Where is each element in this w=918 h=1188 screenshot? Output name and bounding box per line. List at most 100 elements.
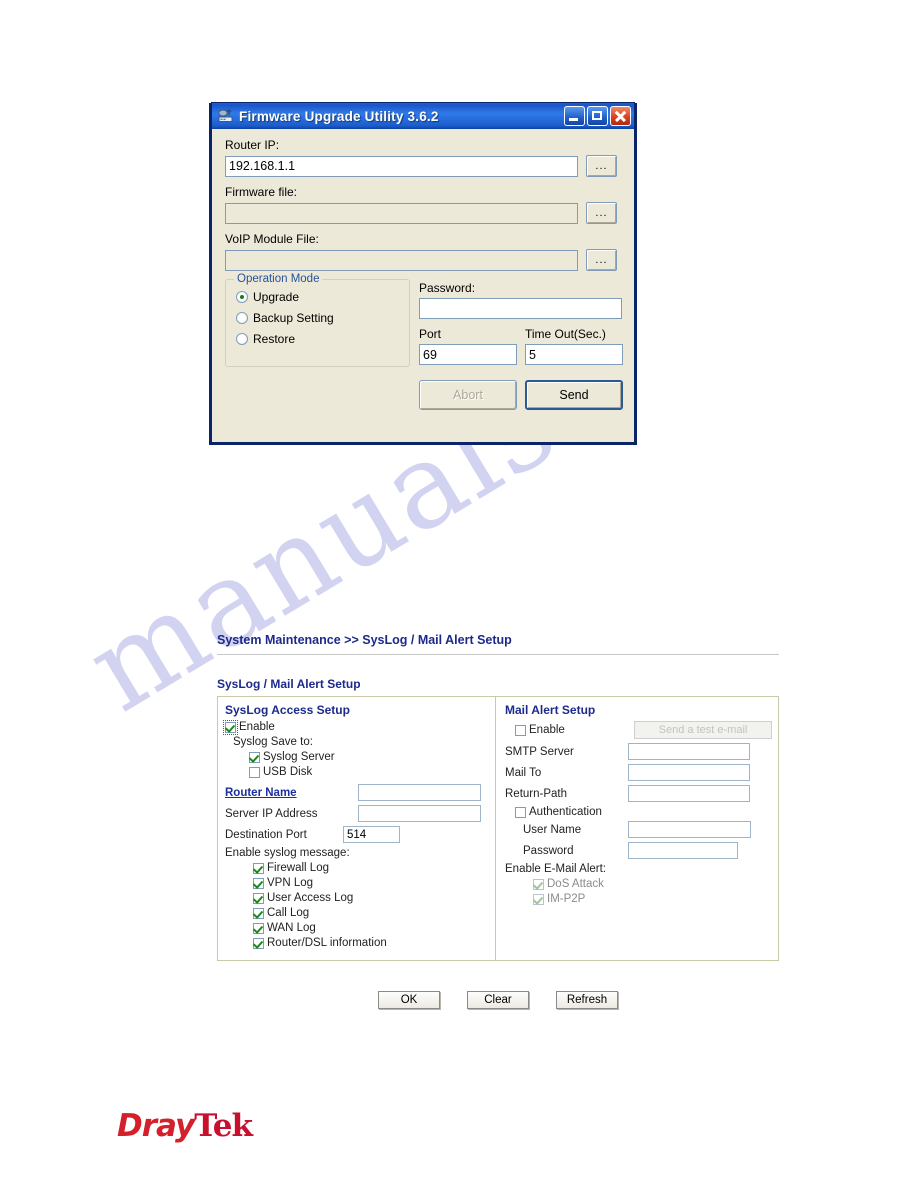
- firmware-file-row: ...: [225, 202, 623, 224]
- ok-button[interactable]: OK: [378, 991, 440, 1009]
- authentication-checkbox[interactable]: [515, 806, 526, 818]
- syslog-server-row[interactable]: Syslog Server: [249, 751, 489, 763]
- send-test-email-button[interactable]: Send a test e-mail: [634, 721, 772, 739]
- voip-module-file-browse-button[interactable]: ...: [586, 249, 617, 271]
- mail-password-input[interactable]: [628, 842, 738, 859]
- server-ip-input[interactable]: [358, 805, 481, 822]
- close-icon[interactable]: [610, 106, 631, 126]
- abort-button[interactable]: Abort: [419, 380, 517, 410]
- firmware-upgrade-dialog: Firmware Upgrade Utility 3.6.2 Router IP…: [209, 102, 637, 445]
- smtp-server-label: SMTP Server: [505, 745, 574, 758]
- radio-upgrade-icon: [236, 291, 248, 303]
- call-log-checkbox[interactable]: [253, 907, 264, 919]
- router-name-row: Router Name: [225, 784, 489, 801]
- breadcrumb: System Maintenance >> SysLog / Mail Aler…: [217, 633, 779, 654]
- operation-mode-title: Operation Mode: [234, 273, 323, 285]
- maximize-icon[interactable]: [587, 106, 608, 126]
- syslog-enable-checkbox[interactable]: [223, 719, 238, 735]
- window-controls: [564, 106, 631, 126]
- refresh-button[interactable]: Refresh: [556, 991, 618, 1009]
- dos-attack-checkbox[interactable]: [533, 878, 544, 890]
- user-access-log-row[interactable]: User Access Log: [253, 892, 489, 904]
- router-dsl-information-row[interactable]: Router/DSL information: [253, 937, 489, 949]
- router-ip-browse-button[interactable]: ...: [586, 155, 617, 177]
- im-p2p-checkbox[interactable]: [533, 893, 544, 905]
- im-p2p-row[interactable]: IM-P2P: [533, 893, 772, 905]
- vpn-log-label: VPN Log: [267, 877, 314, 889]
- mail-to-label: Mail To: [505, 766, 542, 779]
- voip-module-file-input[interactable]: [225, 249, 578, 271]
- usb-disk-row[interactable]: USB Disk: [249, 766, 489, 778]
- smtp-server-input[interactable]: [628, 743, 750, 760]
- router-dsl-information-checkbox[interactable]: [253, 937, 264, 949]
- router-upgrade-icon: [217, 108, 234, 124]
- clear-button[interactable]: Clear: [467, 991, 529, 1009]
- firewall-log-checkbox[interactable]: [253, 862, 264, 874]
- voip-module-file-row: ...: [225, 249, 623, 271]
- send-button[interactable]: Send: [525, 380, 623, 410]
- mail-to-input[interactable]: [628, 764, 750, 781]
- user-access-log-checkbox[interactable]: [253, 892, 264, 904]
- destination-port-input[interactable]: 514: [343, 826, 400, 843]
- wan-log-checkbox[interactable]: [253, 922, 264, 934]
- router-ip-input[interactable]: 192.168.1.1: [225, 155, 578, 177]
- mail-to-row: Mail To: [505, 764, 772, 781]
- logo-tek: Tek: [194, 1108, 253, 1144]
- password-label: Password:: [419, 281, 476, 295]
- radio-restore[interactable]: Restore: [236, 332, 401, 346]
- dialog-body: Router IP: 192.168.1.1 ... Firmware file…: [212, 129, 634, 410]
- firewall-log-row[interactable]: Firewall Log: [253, 862, 489, 874]
- enable-syslog-message-label: Enable syslog message:: [225, 847, 350, 859]
- radio-restore-label: Restore: [253, 332, 296, 346]
- mail-password-row: Password: [505, 842, 772, 859]
- breadcrumb-root[interactable]: System Maintenance: [217, 633, 341, 647]
- user-name-label: User Name: [523, 823, 582, 836]
- wan-log-row[interactable]: WAN Log: [253, 922, 489, 934]
- page-title: SysLog / Mail Alert Setup: [217, 677, 361, 691]
- destination-port-row: Destination Port 514: [225, 826, 489, 843]
- firmware-file-browse-button[interactable]: ...: [586, 202, 617, 224]
- router-dsl-information-label: Router/DSL information: [267, 937, 387, 949]
- timeout-input[interactable]: 5: [525, 344, 623, 365]
- router-name-input[interactable]: [358, 784, 481, 801]
- call-log-row[interactable]: Call Log: [253, 907, 489, 919]
- syslog-enable-label: Enable: [239, 721, 275, 733]
- mail-enable-checkbox[interactable]: [515, 724, 526, 736]
- usb-disk-checkbox[interactable]: [249, 766, 260, 778]
- authentication-label: Authentication: [529, 806, 602, 818]
- firmware-file-label: Firmware file:: [225, 185, 298, 199]
- breadcrumb-leaf: SysLog / Mail Alert Setup: [362, 633, 512, 647]
- dos-attack-row[interactable]: DoS Attack: [533, 878, 772, 890]
- dialog-action-buttons: Abort Send: [419, 380, 623, 410]
- server-ip-row: Server IP Address: [225, 805, 489, 822]
- smtp-server-row: SMTP Server: [505, 743, 772, 760]
- timeout-label: Time Out(Sec.): [525, 327, 606, 341]
- dialog-right-column: Password: Port 69 Time Out(Sec.) 5 Abort…: [419, 279, 623, 410]
- radio-upgrade-label: Upgrade: [253, 290, 300, 304]
- dialog-titlebar[interactable]: Firmware Upgrade Utility 3.6.2: [211, 102, 635, 129]
- firmware-file-input[interactable]: [225, 202, 578, 224]
- destination-port-label: Destination Port: [225, 828, 307, 841]
- voip-module-file-label: VoIP Module File:: [225, 232, 319, 246]
- port-input[interactable]: 69: [419, 344, 517, 365]
- return-path-input[interactable]: [628, 785, 750, 802]
- user-name-row: User Name: [505, 821, 772, 838]
- vpn-log-row[interactable]: VPN Log: [253, 877, 489, 889]
- radio-upgrade[interactable]: Upgrade: [236, 290, 401, 304]
- router-name-link[interactable]: Router Name: [225, 787, 358, 799]
- mail-password-label: Password: [523, 844, 574, 857]
- im-p2p-label: IM-P2P: [547, 893, 586, 905]
- syslog-mail-alert-page: System Maintenance >> SysLog / Mail Aler…: [217, 633, 779, 1009]
- call-log-label: Call Log: [267, 907, 310, 919]
- syslog-enable-row[interactable]: Enable: [223, 719, 489, 735]
- timeout-group: Time Out(Sec.) 5: [525, 327, 623, 365]
- user-name-input[interactable]: [628, 821, 751, 838]
- minimize-icon[interactable]: [564, 106, 585, 126]
- router-ip-row: 192.168.1.1 ...: [225, 155, 623, 177]
- authentication-row[interactable]: Authentication: [515, 806, 772, 818]
- password-input[interactable]: [419, 298, 622, 319]
- radio-backup-setting[interactable]: Backup Setting: [236, 311, 401, 325]
- mail-enable-row: Enable Send a test e-mail: [505, 721, 772, 739]
- syslog-server-checkbox[interactable]: [249, 751, 260, 763]
- vpn-log-checkbox[interactable]: [253, 877, 264, 889]
